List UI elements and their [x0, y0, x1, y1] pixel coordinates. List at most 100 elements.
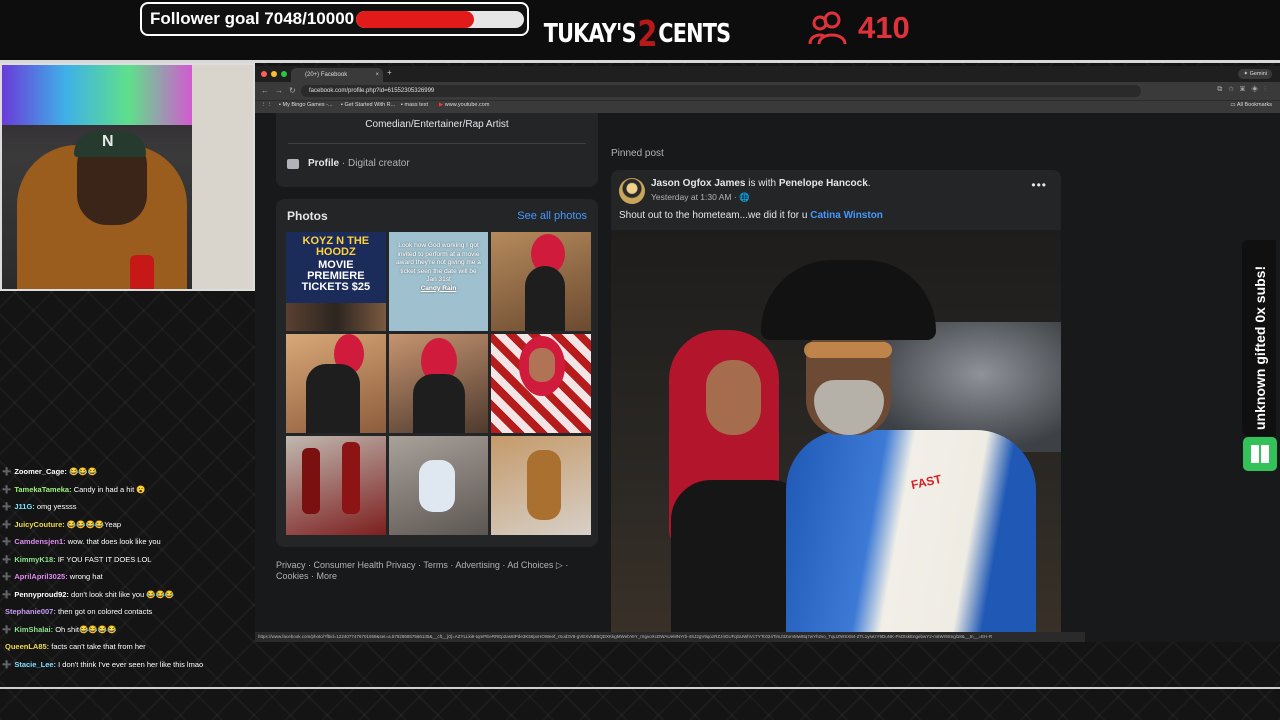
logo-text-number: 2 — [637, 13, 657, 55]
toolbar-icons[interactable]: ⧉☆▣◈⋮ — [1217, 86, 1272, 94]
chat-text: then got on colored contacts — [57, 607, 153, 616]
chat-badge-icon: ➕ — [2, 554, 12, 564]
bookmark-youtube[interactable]: ▶ www.youtube.com — [439, 102, 489, 108]
see-all-photos-link[interactable]: See all photos — [517, 210, 587, 222]
footer-links[interactable]: Privacy · Consumer Health Privacy · Term… — [276, 560, 596, 582]
photo-thumbnail[interactable] — [388, 436, 489, 535]
chat-message: ➕ AprilApril3025: wrong hat — [2, 568, 252, 586]
chat-text: facts can't take that from her — [51, 642, 146, 651]
figure-shape — [306, 364, 360, 433]
tagged-user[interactable]: Penelope Hancock — [779, 178, 868, 189]
chat-username[interactable]: Zoomer_Cage: — [14, 467, 67, 476]
chat-username[interactable]: JuicyCouture: — [14, 520, 64, 529]
flyer-tickets: MOVIE PREMIERE TICKETS $25 — [301, 259, 371, 293]
gemini-button[interactable]: ✦ Gemini — [1238, 69, 1272, 79]
chat-username[interactable]: QueenLA85: — [5, 642, 49, 651]
bookmark-get-started[interactable]: ▪ Get Started With R... — [341, 102, 395, 108]
gemini-label: Gemini — [1249, 71, 1267, 77]
profile-label: Profile — [308, 158, 340, 169]
photo-thumbnail[interactable]: KOYZ N THE HOODZ MOVIE PREMIERE TICKETS … — [286, 232, 386, 331]
chat-username[interactable]: J11G: — [14, 502, 34, 511]
bookmark-label: mass text — [404, 102, 429, 108]
photo-thumbnail[interactable]: Look how God working I got invited to pe… — [388, 232, 489, 331]
chat-text: don't look shit like you 😂😂😂 — [71, 589, 175, 599]
bio-text: Comedian/Entertainer/Rap Artist — [365, 119, 509, 130]
post-timestamp[interactable]: Yesterday at 1:30 AM · 🌐 — [651, 192, 750, 203]
all-bookmarks-button[interactable]: ▭ All Bookmarks — [1230, 102, 1272, 108]
viewer-counter: 410 — [808, 10, 910, 46]
figure-shape — [525, 266, 566, 331]
logo-text-right: CENTS — [658, 19, 731, 49]
tab-title: (20+) Facebook — [305, 72, 348, 78]
chat-username[interactable]: KimmyK18: — [14, 555, 55, 564]
maximize-window-button[interactable] — [281, 71, 287, 77]
post-photo[interactable]: FAST — [611, 230, 1061, 642]
bookmark-bingo[interactable]: ▪ My Bingo Games -... — [279, 102, 333, 108]
author-avatar[interactable] — [619, 178, 645, 204]
chat-text: Oh shit😂😂😂😂 — [55, 624, 117, 634]
apps-icon[interactable]: ⋮⋮ — [261, 102, 272, 108]
stream-layout: { "overlay": { "follower_goal_text": "Fo… — [0, 0, 1280, 720]
child-shape — [418, 460, 455, 512]
caption-text: Shout out to the hometeam...we did it fo… — [619, 210, 811, 221]
chat-text: wrong hat — [69, 572, 103, 581]
background-door — [192, 65, 253, 289]
new-tab-button[interactable]: + — [387, 68, 392, 77]
minimize-window-button[interactable] — [271, 71, 277, 77]
chat-text: wow. that does look like you — [67, 537, 161, 546]
chat-username[interactable]: Pennyproud92: — [14, 590, 69, 599]
address-bar[interactable]: facebook.com/profile.php?id=615523053269… — [301, 85, 1141, 97]
nav-buttons[interactable]: ←→↻ — [261, 86, 302, 95]
bookmark-label: www.youtube.com — [444, 102, 490, 108]
bottle-shape — [302, 448, 320, 514]
chat-badge-icon: ➕ — [2, 572, 12, 581]
photo-thumbnail[interactable] — [491, 334, 591, 433]
profile-type: · Digital creator — [339, 158, 410, 169]
chat-text: omg yessss — [36, 502, 77, 511]
chat-text: 😂😂😂😂Yeap — [66, 519, 122, 529]
more-options-icon[interactable]: ••• — [1031, 178, 1047, 192]
text-post-image: Look how God working I got invited to pe… — [395, 242, 483, 293]
chat-username[interactable]: Camdensjen1: — [14, 537, 65, 546]
tab-strip: (20+) Facebook × + ✦ Gemini — [255, 66, 1280, 82]
chat-username[interactable]: Stacie_Lee: — [14, 660, 56, 669]
chat-message: Stephanie007: then got on colored contac… — [2, 603, 252, 621]
profile-type-row: Profile · Digital creator — [308, 158, 410, 169]
post-header: Jason Ogfox James is with Penelope Hanco… — [651, 178, 871, 189]
bookmark-mass-text[interactable]: ▪ mass text — [401, 102, 428, 108]
photo-thumbnail[interactable] — [491, 436, 591, 535]
photo-thumbnail[interactable] — [388, 334, 489, 433]
chat-text: IF YOU FAST IT DOES LOL — [57, 554, 152, 564]
chat-username[interactable]: KimShalai: — [14, 625, 53, 634]
window-controls — [261, 71, 287, 77]
profile-icon — [287, 159, 299, 169]
close-window-button[interactable] — [261, 71, 267, 77]
chat-badge-icon: ➕ — [2, 502, 12, 511]
chat-message: ➕ J11G: omg yessss — [2, 498, 252, 516]
chat-username[interactable]: TamekaTameka: — [14, 485, 71, 494]
address-row: ←→↻ facebook.com/profile.php?id=61552305… — [255, 82, 1280, 100]
chat-message: ➕ JuicyCouture: 😂😂😂😂Yeap — [2, 516, 252, 534]
photo-thumbnail[interactable] — [286, 436, 386, 535]
led-wall — [2, 65, 192, 125]
caption-mention[interactable]: Catina Winston — [810, 210, 883, 221]
photo-thumbnail[interactable] — [491, 232, 591, 331]
text-post-name: Candy Rain — [420, 284, 457, 292]
follower-goal-progress — [356, 11, 524, 28]
chat-message: ➕ KimShalai: Oh shit😂😂😂😂 — [2, 621, 252, 639]
chat-username[interactable]: AprilApril3025: — [14, 572, 67, 581]
stream-chat: ➕ Zoomer_Cage: 😂😂😂 ➕ TamekaTameka: Candy in… — [2, 463, 252, 673]
tab-close-icon[interactable]: × — [375, 68, 379, 82]
gift-icon — [1243, 437, 1277, 471]
man-glasses — [804, 342, 892, 358]
chat-message: QueenLA85: facts can't take that from he… — [2, 638, 252, 656]
overlay-top-bar: Follower goal 7048/10000 TUKAY'S 2 CENTS… — [0, 0, 1280, 62]
chat-username[interactable]: Stephanie007: — [5, 607, 56, 616]
text-post-body: Look how God working I got invited to pe… — [396, 242, 481, 283]
bookmark-label: Get Started With R... — [344, 102, 396, 108]
flyer-photo — [286, 303, 386, 331]
tab-facebook[interactable]: (20+) Facebook × — [291, 68, 383, 82]
streamer-hat: N — [74, 131, 146, 157]
photo-thumbnail[interactable] — [286, 334, 386, 433]
post-author[interactable]: Jason Ogfox James — [651, 178, 745, 189]
